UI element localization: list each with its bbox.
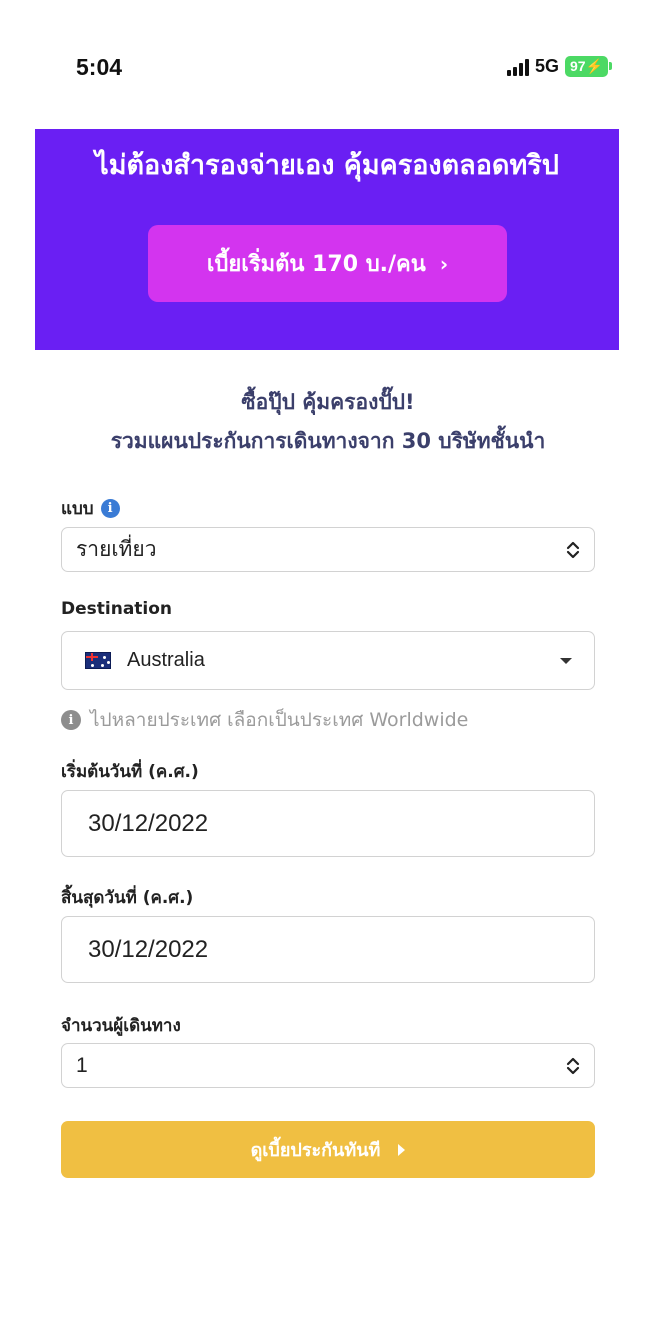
destination-label: Destination xyxy=(61,599,172,619)
network-type: 5G xyxy=(534,56,559,76)
view-premium-label: ดูเบี้ยประกันทันที xyxy=(250,1140,381,1161)
view-premium-button[interactable]: ดูเบี้ยประกันทันที xyxy=(61,1121,595,1178)
price-cta-button[interactable]: เบี้ยเริ่มต้น 170 บ./คน › xyxy=(148,225,507,302)
travelers-label-text: จำนวนผู้เดินทาง xyxy=(61,1016,181,1036)
start-date-value: 30/12/2022 xyxy=(88,809,209,837)
end-date-value: 30/12/2022 xyxy=(88,935,209,963)
start-date-input[interactable]: 30/12/2022 xyxy=(61,790,595,857)
destination-label-text: Destination xyxy=(61,599,173,619)
plan-type-label-text: แบบ xyxy=(61,499,94,519)
status-time: 5:04 xyxy=(76,54,123,80)
start-date-label: เริ่มต้นวันที่ (ค.ศ.) xyxy=(61,758,199,785)
australia-flag-icon xyxy=(85,652,111,669)
travelers-label: จำนวนผู้เดินทาง xyxy=(61,1012,181,1039)
headline-line1: ซื้อปุ๊ป คุ้มครองปั๊ป! xyxy=(241,390,415,414)
signal-icon xyxy=(506,58,529,76)
destination-hint: i ไปหลายประเทศ เลือกเป็นประเทศ Worldwide xyxy=(61,705,468,735)
hero-title: ไม่ต้องสำรองจ่ายเอง คุ้มครองตลอดทริป xyxy=(95,150,559,181)
status-bar: 5:04 5G 97⚡ xyxy=(0,0,656,100)
end-date-input[interactable]: 30/12/2022 xyxy=(61,916,595,983)
play-arrow-icon xyxy=(398,1143,406,1156)
info-icon: i xyxy=(61,710,81,730)
caret-down-icon xyxy=(560,657,572,664)
chevron-right-icon: › xyxy=(439,251,449,276)
destination-hint-text: ไปหลายประเทศ เลือกเป็นประเทศ Worldwide xyxy=(90,709,469,731)
price-cta-label: เบี้ยเริ่มต้น 170 บ./คน xyxy=(206,252,426,277)
info-icon[interactable]: i xyxy=(100,499,120,518)
destination-select[interactable]: Australia xyxy=(61,631,595,690)
plan-type-select[interactable]: รายเที่ยว xyxy=(61,527,595,572)
travelers-select[interactable]: 1 xyxy=(61,1043,595,1088)
headline-line2: รวมแผนประกันการเดินทางจาก 30 บริษัทชั้นน… xyxy=(110,429,546,453)
battery-icon: 97⚡ xyxy=(564,56,613,77)
start-date-label-text: เริ่มต้นวันที่ (ค.ศ.) xyxy=(61,762,199,782)
end-date-label: สิ้นสุดวันที่ (ค.ศ.) xyxy=(61,884,193,911)
destination-value: Australia xyxy=(127,649,205,671)
travelers-value: 1 xyxy=(76,1053,88,1077)
end-date-label-text: สิ้นสุดวันที่ (ค.ศ.) xyxy=(61,888,194,908)
plan-type-value: รายเที่ยว xyxy=(76,537,157,561)
hero-banner: ไม่ต้องสำรองจ่ายเอง คุ้มครองตลอดทริป เบี… xyxy=(35,129,619,350)
plan-type-label: แบบ i xyxy=(61,495,120,522)
status-indicators: 5G 97⚡ xyxy=(506,56,613,77)
select-updown-icon xyxy=(566,1057,580,1074)
select-updown-icon xyxy=(566,541,580,558)
battery-level: 97 xyxy=(569,58,586,74)
